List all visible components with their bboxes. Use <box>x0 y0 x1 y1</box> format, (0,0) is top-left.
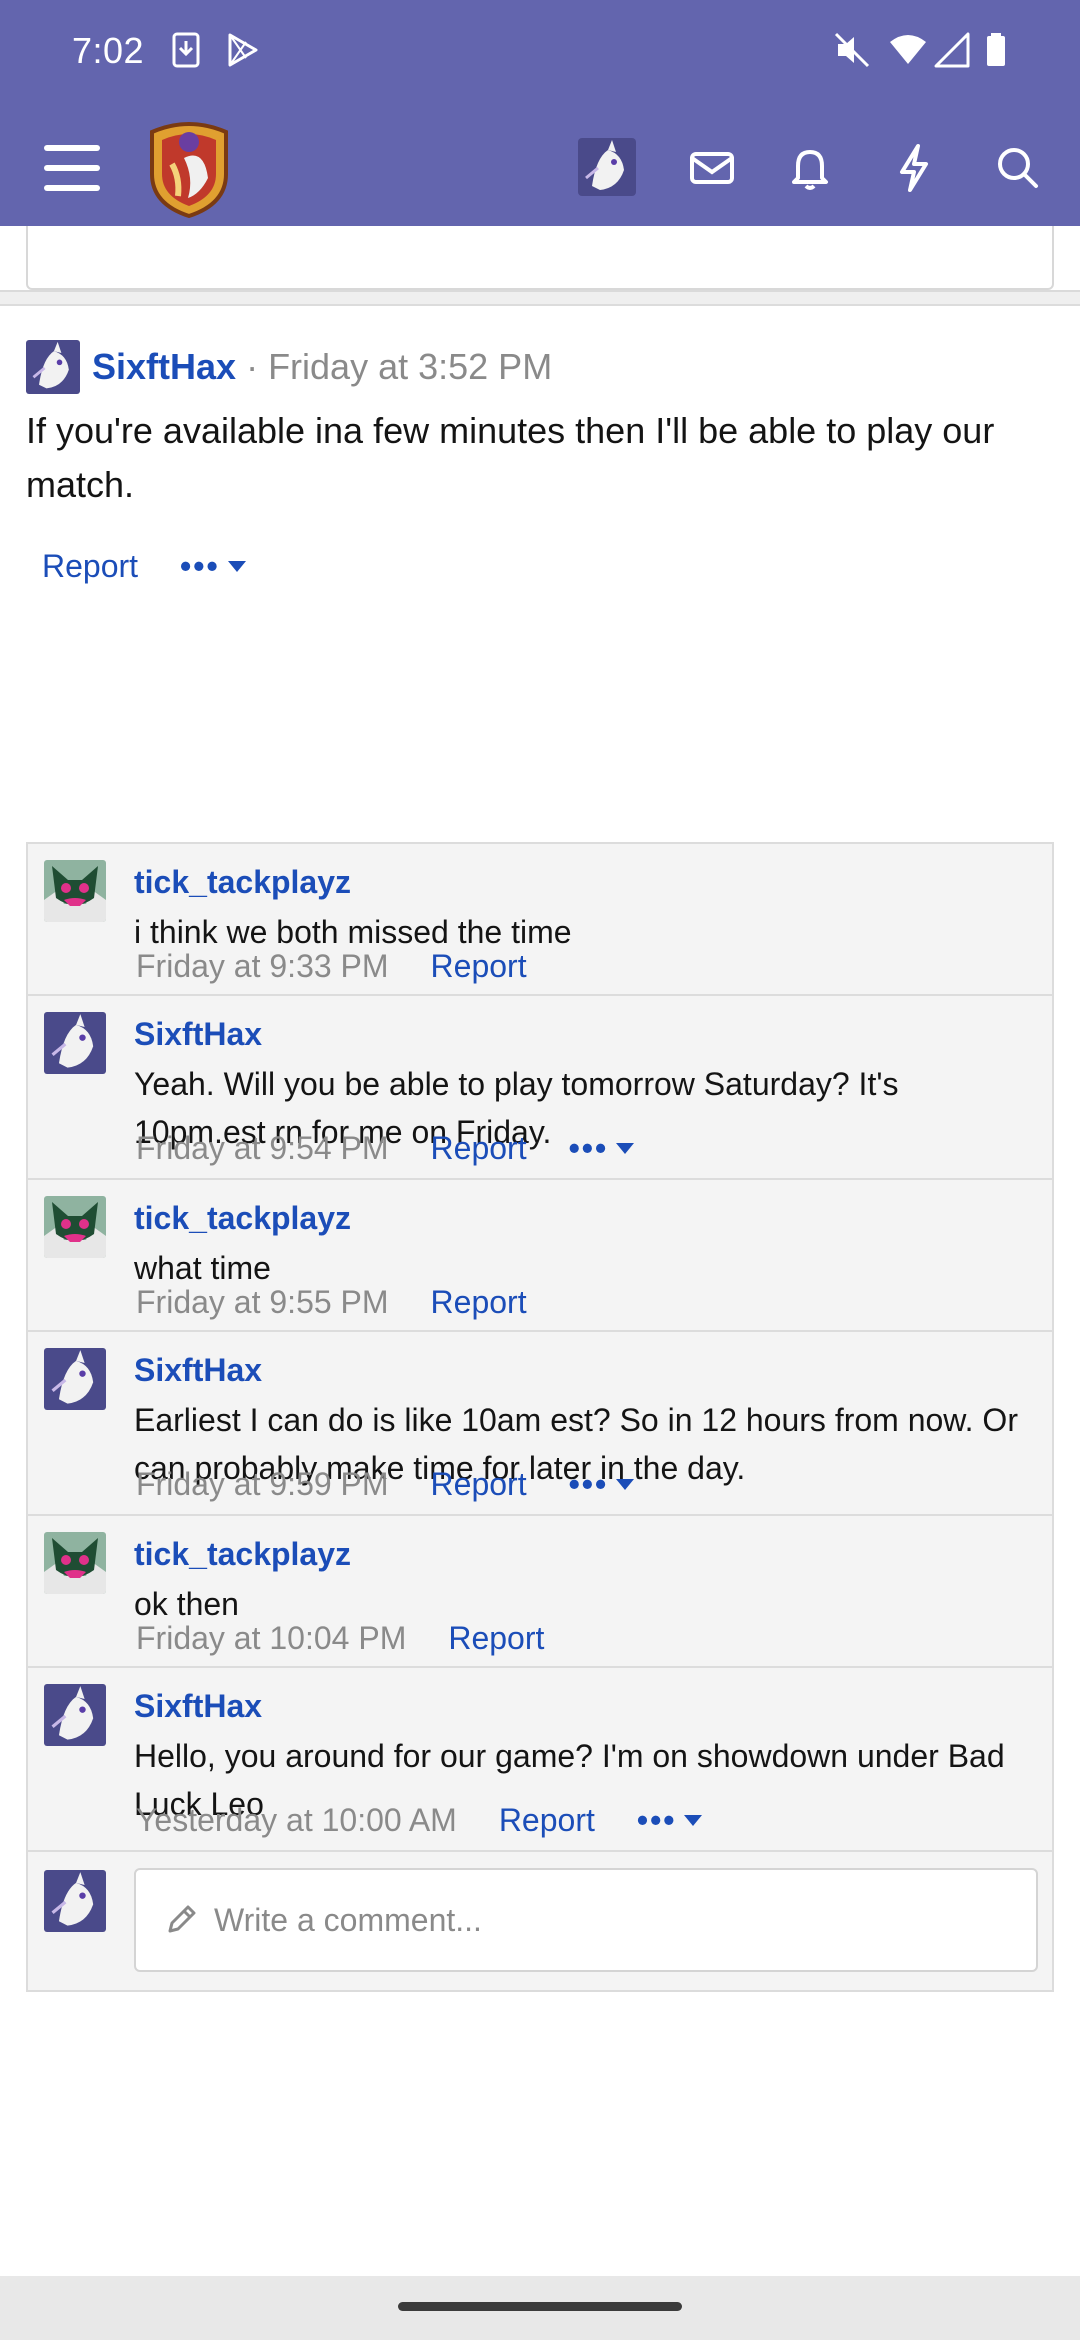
comment-meta: Friday at 9:54 PM Report ••• <box>136 1130 635 1167</box>
chevron-down-icon <box>616 1479 635 1490</box>
user-avatar[interactable] <box>578 138 636 196</box>
post-time[interactable]: Friday at 3:52 PM <box>268 346 552 388</box>
navigation-bar <box>0 2276 1080 2340</box>
search-icon[interactable] <box>986 136 1050 200</box>
bolt-icon[interactable] <box>882 136 946 200</box>
comment: SixftHax Hello, you around for our game?… <box>28 1668 1052 1852</box>
comment-time[interactable]: Friday at 9:59 PM <box>136 1466 389 1503</box>
status-bar: 7:02 <box>0 0 1080 108</box>
comment-author[interactable]: tick_tackplayz <box>134 864 351 901</box>
avatar[interactable] <box>44 1196 106 1258</box>
avatar[interactable] <box>44 860 106 922</box>
ellipsis-icon: ••• <box>568 1130 609 1166</box>
wifi-icon <box>890 35 926 64</box>
more-options-button[interactable]: ••• <box>569 1466 635 1503</box>
comment-time[interactable]: Friday at 9:55 PM <box>136 1284 389 1321</box>
post-header: SixftHax · Friday at 3:52 PM <box>26 340 552 394</box>
more-options-button[interactable]: ••• <box>569 1130 635 1167</box>
comments-list: tick_tackplayz i think we both missed th… <box>26 842 1054 1992</box>
more-options-button[interactable]: ••• <box>637 1802 703 1839</box>
report-link[interactable]: Report <box>431 1466 527 1503</box>
play-store-icon <box>228 33 258 67</box>
avatar[interactable] <box>44 1012 106 1074</box>
chevron-down-icon <box>684 1815 703 1826</box>
comment-meta: Friday at 9:55 PM Report <box>136 1284 527 1321</box>
report-link[interactable]: Report <box>431 1130 527 1167</box>
report-link[interactable]: Report <box>448 1620 544 1657</box>
vibrate-off-icon <box>834 32 870 68</box>
menu-icon[interactable] <box>40 136 104 200</box>
comment-author[interactable]: tick_tackplayz <box>134 1200 351 1237</box>
comment-meta: Yesterday at 10:00 AM Report ••• <box>136 1802 703 1839</box>
comment-meta: Friday at 9:59 PM Report ••• <box>136 1466 635 1503</box>
comment-input[interactable]: Write a comment... <box>134 1868 1038 1972</box>
battery-icon <box>987 33 1005 66</box>
more-options-button[interactable]: ••• <box>180 548 246 585</box>
comment: SixftHax Yeah. Will you be able to play … <box>28 996 1052 1180</box>
top-app-bar <box>0 108 1080 226</box>
home-gesture-handle[interactable] <box>398 2302 682 2311</box>
report-link[interactable]: Report <box>499 1802 595 1839</box>
comment-time[interactable]: Friday at 9:33 PM <box>136 948 389 985</box>
avatar[interactable] <box>44 1684 106 1746</box>
comment-input-placeholder: Write a comment... <box>214 1901 482 1938</box>
post-author[interactable]: SixftHax <box>92 346 236 388</box>
ellipsis-icon: ••• <box>568 1466 609 1502</box>
report-link[interactable]: Report <box>431 948 527 985</box>
comment-meta: Friday at 10:04 PM Report <box>136 1620 544 1657</box>
comment-time[interactable]: Yesterday at 10:00 AM <box>136 1802 457 1839</box>
ellipsis-icon: ••• <box>180 548 220 584</box>
status-time: 7:02 <box>72 30 145 71</box>
report-link[interactable]: Report <box>42 548 138 585</box>
avatar <box>44 1870 106 1932</box>
comment-author[interactable]: SixftHax <box>134 1352 262 1389</box>
bell-icon[interactable] <box>778 136 842 200</box>
ellipsis-icon: ••• <box>636 1802 677 1838</box>
report-link[interactable]: Report <box>431 1284 527 1321</box>
comment-author[interactable]: SixftHax <box>134 1688 262 1725</box>
comment-meta: Friday at 9:33 PM Report <box>136 948 527 985</box>
comment: tick_tackplayz i think we both missed th… <box>28 844 1052 996</box>
comment-author[interactable]: tick_tackplayz <box>134 1536 351 1573</box>
pencil-icon <box>168 1905 196 1933</box>
thread-content: SixftHax · Friday at 3:52 PM If you're a… <box>0 226 1080 2276</box>
chevron-down-icon <box>616 1143 635 1154</box>
avatar[interactable] <box>44 1348 106 1410</box>
comment: SixftHax Earliest I can do is like 10am … <box>28 1332 1052 1516</box>
site-logo[interactable] <box>144 118 234 218</box>
comment-author[interactable]: SixftHax <box>134 1016 262 1053</box>
comment: tick_tackplayz ok then Friday at 10:04 P… <box>28 1516 1052 1668</box>
avatar[interactable] <box>44 1532 106 1594</box>
comment-time[interactable]: Friday at 10:04 PM <box>136 1620 406 1657</box>
previous-post-card <box>26 226 1054 290</box>
post-gap <box>0 292 1080 306</box>
chevron-down-icon <box>227 561 246 572</box>
avatar[interactable] <box>26 340 80 394</box>
inbox-icon[interactable] <box>680 136 744 200</box>
separator: · <box>246 346 259 387</box>
comment-time[interactable]: Friday at 9:54 PM <box>136 1130 389 1167</box>
download-icon <box>172 32 200 68</box>
comment: tick_tackplayz what time Friday at 9:55 … <box>28 1180 1052 1332</box>
post-actions: Report ••• <box>42 548 246 585</box>
post-body: If you're available ina few minutes then… <box>26 410 995 505</box>
write-comment-row: Write a comment... <box>28 1852 1052 1990</box>
signal-icon <box>934 32 970 68</box>
